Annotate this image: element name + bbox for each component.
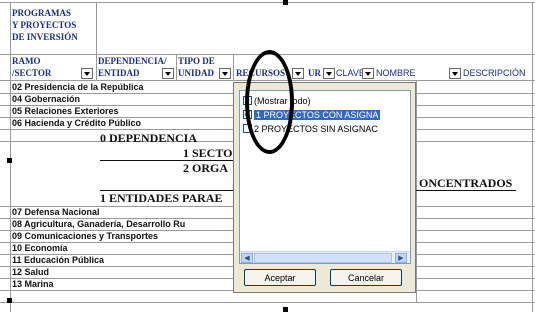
grid-line	[416, 80, 417, 302]
chevron-down-icon	[84, 71, 90, 76]
chevron-down-icon	[165, 71, 171, 76]
grid-line	[532, 2, 533, 312]
header-clave: CLAVE	[336, 68, 365, 78]
accept-button[interactable]: Aceptar	[244, 269, 316, 286]
scroll-left-icon[interactable]: ◀	[241, 253, 253, 263]
table-row: 08 Agricultura, Ganadería, Desarrollo Ru	[12, 219, 186, 229]
annotation-oval	[245, 50, 294, 154]
title-line: DE INVERSIÓN	[12, 32, 78, 42]
group-heading: 1 SECTO	[183, 146, 233, 160]
filter-dropdown-button[interactable]	[292, 68, 304, 79]
cancel-button[interactable]: Cancelar	[330, 269, 402, 286]
table-row: 13 Marina	[12, 279, 54, 289]
header-ramo: RAMO	[12, 56, 41, 66]
table-row: 07 Defensa Nacional	[12, 207, 100, 217]
filter-dropdown-button[interactable]	[449, 68, 461, 79]
title-line: PROGRAMAS	[12, 8, 71, 18]
grid-line	[10, 2, 11, 312]
filter-dropdown-button[interactable]	[81, 68, 93, 79]
horizontal-scrollbar[interactable]: ◀ ▶	[240, 251, 410, 263]
table-row: 02 Presidencia de la República	[12, 82, 144, 92]
header-nombre: NOMBRE	[376, 68, 416, 78]
filter-dropdown-button[interactable]	[362, 68, 374, 79]
header-ur: UR	[308, 68, 321, 78]
header-descripcion: DESCRIPCIÓN	[463, 68, 526, 78]
group-heading: ONCENTRADOS	[419, 176, 513, 190]
selection-handle[interactable]	[7, 158, 12, 163]
table-row: 11 Educación Pública	[12, 255, 105, 265]
group-heading: 1 ENTIDADES PARAE	[100, 191, 223, 205]
header-tipo-de: TIPO DE	[178, 56, 215, 66]
grid-line	[233, 54, 234, 81]
chevron-down-icon	[452, 71, 458, 76]
header-sector: /SECTOR	[12, 68, 52, 78]
title-line: Y PROYECTOS	[12, 20, 77, 30]
table-row: 12 Salud	[12, 267, 50, 277]
grid-line	[176, 54, 177, 81]
chevron-down-icon	[295, 71, 301, 76]
grid-line	[0, 2, 535, 3]
table-row: 06 Hacienda y Crédito Público	[12, 118, 142, 128]
grid-line	[96, 2, 97, 54]
selection-handle[interactable]	[283, 307, 288, 312]
table-row: 10 Economía	[12, 243, 68, 253]
table-row: 05 Relaciones Exteriores	[12, 106, 119, 116]
scroll-right-icon[interactable]: ▶	[395, 253, 407, 263]
header-entidad: ENTIDAD	[98, 68, 140, 78]
grid-line	[0, 302, 535, 303]
chevron-down-icon	[326, 71, 332, 76]
scrollbar-thumb[interactable]	[254, 253, 392, 263]
table-row: 04 Gobernación	[12, 94, 81, 104]
group-heading: 0 DEPENDENCIA	[100, 131, 198, 145]
selection-handle[interactable]	[7, 298, 12, 303]
filter-dropdown-button[interactable]	[323, 68, 335, 79]
group-heading: 2 ORGA	[183, 161, 228, 175]
selection-handle[interactable]	[283, 0, 288, 5]
chevron-down-icon	[365, 71, 371, 76]
underline	[416, 190, 516, 191]
header-unidad: UNIDAD	[178, 68, 214, 78]
header-dependencia: DEPENDENCIA/	[98, 56, 167, 66]
grid-line	[96, 54, 97, 81]
sheet-title: PROGRAMAS Y PROYECTOS DE INVERSIÓN	[12, 7, 92, 43]
spreadsheet: PROGRAMAS Y PROYECTOS DE INVERSIÓN RAMO …	[0, 0, 535, 312]
chevron-down-icon	[222, 71, 228, 76]
filter-dropdown-button[interactable]	[219, 68, 231, 79]
table-row: 09 Comunicaciones y Transportes	[12, 231, 159, 241]
filter-dropdown-button[interactable]	[162, 68, 174, 79]
